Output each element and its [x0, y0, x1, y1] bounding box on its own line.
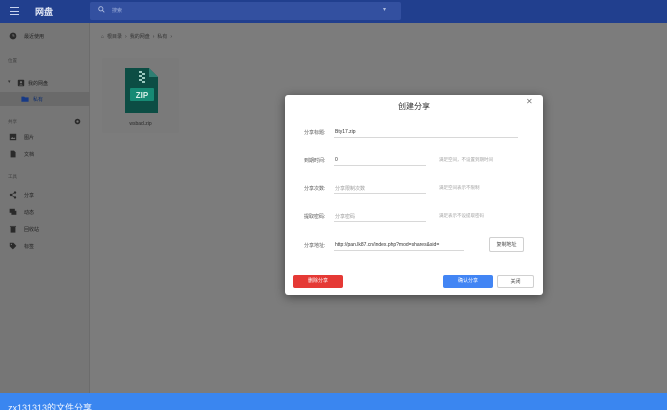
file-name: wsbad.zip — [129, 121, 152, 127]
sidebar-item-images[interactable]: 图片 — [0, 130, 90, 144]
expire-value: 0 — [335, 157, 338, 163]
menu-icon[interactable] — [10, 7, 19, 15]
copy-url-button[interactable]: 复制地址 — [489, 237, 524, 252]
share-title-value: Bty17.zip — [335, 129, 356, 135]
footer-bar: zx131313的文件分享 — [0, 393, 667, 410]
folder-icon — [21, 96, 29, 102]
password-placeholder: 分享密码 — [335, 214, 356, 220]
breadcrumb-separator: › — [152, 34, 155, 40]
sidebar-item-documents[interactable]: 文档 — [0, 147, 90, 161]
count-hint: 满足空间表示不限制 — [439, 185, 480, 190]
section-title-location: 位置 — [8, 58, 17, 63]
sidebar-item-private[interactable]: 私有 — [0, 92, 90, 106]
breadcrumb-item[interactable]: 根目录 — [107, 34, 122, 40]
home-icon[interactable]: ⌂ — [101, 34, 104, 40]
tag-icon — [9, 242, 17, 250]
search-icon[interactable] — [98, 6, 105, 13]
share-title-field[interactable] — [334, 126, 518, 138]
file-card[interactable]: ZIP wsbad.zip — [102, 58, 179, 133]
url-value: http://pan.lk87.cn/index.php?mod=shares&… — [335, 242, 440, 248]
sidebar-item-activity[interactable]: 动态 — [0, 205, 90, 219]
sidebar-item-recent[interactable]: 最近使用 — [0, 29, 90, 43]
password-label: 提取密码: — [304, 214, 326, 220]
breadcrumb: ⌂ 根目录 › 我的网盘 › 私有 › — [101, 33, 175, 40]
expire-hint: 满足空间，不设置到期时间 — [439, 157, 493, 162]
sidebar-item-tags[interactable]: 标签 — [0, 239, 90, 253]
file-badge: ZIP — [136, 91, 149, 100]
sidebar: 最近使用 位置 ▾ 我的网盘 私有 共享 图片 文档 工具 分享 动态 回收站 … — [0, 23, 90, 393]
caret-down-icon[interactable]: ▾ — [8, 79, 11, 85]
password-hint: 满足表示不设提取密码 — [439, 213, 484, 218]
breadcrumb-separator: › — [170, 34, 173, 40]
sidebar-item-my-drive[interactable]: ▾ 我的网盘 — [0, 76, 90, 90]
url-label: 分享地址: — [304, 243, 326, 249]
sidebar-item-label: 标签 — [24, 244, 35, 250]
create-share-dialog: 创建分享 ✕ 分享标题: Bty17.zip 到期时间: 0 满足空间，不设置到… — [285, 95, 543, 295]
expire-field[interactable] — [334, 154, 426, 166]
chat-icon — [9, 208, 17, 215]
breadcrumb-item[interactable]: 我的网盘 — [130, 34, 150, 40]
count-label: 分享次数: — [304, 186, 326, 192]
breadcrumb-separator: › — [125, 34, 127, 40]
search-placeholder: 搜索 — [112, 8, 123, 14]
top-app-bar: 网盘 搜索 ▾ — [0, 0, 667, 23]
chevron-down-icon[interactable]: ▾ — [383, 6, 386, 13]
document-icon — [10, 150, 16, 158]
zip-file-icon: ZIP — [125, 68, 158, 113]
breadcrumb-item[interactable]: 私有 — [157, 34, 167, 40]
drive-icon — [17, 79, 25, 87]
confirm-share-button[interactable]: 确认分享 — [443, 275, 493, 288]
sidebar-item-label: 回收站 — [24, 227, 40, 233]
search-input[interactable] — [90, 2, 401, 20]
sidebar-item-label: 图片 — [24, 135, 35, 141]
image-icon — [9, 133, 17, 141]
footer-title: zx131313的文件分享 — [8, 403, 93, 410]
close-button[interactable]: 关闭 — [497, 275, 534, 288]
delete-share-button[interactable]: 删除分享 — [293, 275, 343, 288]
expire-label: 到期时间: — [304, 158, 326, 164]
share-icon — [9, 191, 17, 199]
close-icon[interactable]: ✕ — [526, 97, 533, 106]
clock-icon — [9, 32, 17, 40]
trash-icon — [9, 225, 17, 233]
sidebar-item-trash[interactable]: 回收站 — [0, 222, 90, 236]
sidebar-item-label: 我的网盘 — [28, 81, 49, 87]
section-title-tools: 工具 — [8, 174, 17, 179]
sidebar-item-label: 文档 — [24, 152, 35, 158]
count-placeholder: 分享限制次数 — [335, 186, 366, 192]
settings-icon[interactable] — [74, 118, 81, 125]
dialog-title: 创建分享 — [398, 102, 430, 111]
sidebar-item-share[interactable]: 分享 — [0, 188, 90, 202]
section-title-shared: 共享 — [8, 119, 17, 124]
sidebar-item-label: 分享 — [24, 193, 35, 199]
sidebar-item-label: 动态 — [24, 210, 35, 216]
share-title-label: 分享标题: — [304, 130, 326, 136]
sidebar-item-label: 最近使用 — [24, 34, 45, 40]
app-title: 网盘 — [35, 7, 54, 17]
sidebar-item-label: 私有 — [33, 97, 44, 103]
